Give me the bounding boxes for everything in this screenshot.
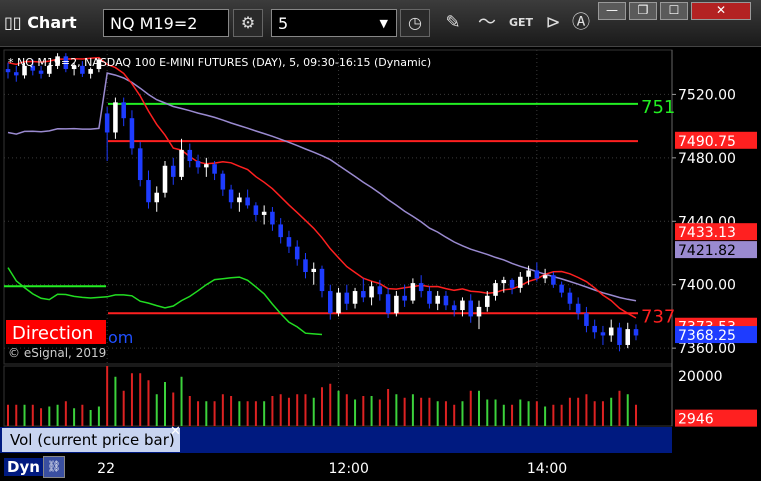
dynamic-toggle[interactable]: Dyn <box>4 458 43 476</box>
candle-body <box>38 70 44 74</box>
chart-grid <box>3 49 673 427</box>
candle-body <box>237 197 242 203</box>
candle-body <box>509 279 515 288</box>
candle-body <box>278 224 283 238</box>
price-marker-label: 7368.25 <box>678 328 736 344</box>
volume-tick-label: 20000 <box>678 369 723 385</box>
candle-body <box>501 279 507 284</box>
candle-body <box>534 270 540 279</box>
volume-series-label[interactable]: Vol (current price bar) <box>2 428 180 452</box>
candle-body <box>385 294 391 314</box>
volume-marker-label: 2946 <box>678 412 714 428</box>
candle-body <box>228 189 234 203</box>
time-tick-label: 22 <box>97 461 115 477</box>
candle-body <box>137 148 143 181</box>
candle-body <box>361 291 366 298</box>
candle-body <box>352 291 358 304</box>
candle-body <box>567 292 573 304</box>
price-marker-label: 7421.82 <box>678 243 736 259</box>
candle-body <box>204 164 209 168</box>
price-marker-label: 7433.13 <box>678 225 736 241</box>
volume-bars <box>7 366 637 426</box>
candle-body <box>154 192 160 203</box>
candle-body <box>617 327 622 345</box>
candle-body <box>170 165 176 177</box>
candle-body <box>542 275 548 279</box>
candle-body <box>427 291 432 304</box>
chart-header: * NQ M19=2, NASDAQ 100 E-MINI FUTURES (D… <box>8 56 431 69</box>
price-tick-label: 7400.00 <box>678 278 736 294</box>
time-tick-label: 12:00 <box>329 461 369 477</box>
link-icon[interactable]: ⛓ <box>43 456 65 478</box>
candle-body <box>113 102 118 133</box>
candle-body <box>5 69 11 73</box>
candle-body <box>418 283 424 292</box>
direction-label: Direction <box>12 323 93 344</box>
candle-body <box>460 300 465 311</box>
level-label: 751 <box>641 97 675 118</box>
candle-body <box>303 259 308 273</box>
candle-body <box>245 197 250 206</box>
candle-body <box>104 113 110 133</box>
candle-body <box>625 329 631 345</box>
candle-body <box>410 283 416 301</box>
candle-body <box>377 286 383 295</box>
candle-body <box>220 173 226 190</box>
candle-body <box>592 325 597 333</box>
candle-body <box>402 295 407 301</box>
candle-body <box>394 295 399 314</box>
candle-body <box>253 205 259 215</box>
candle-body <box>88 69 93 74</box>
candle-body <box>435 295 440 304</box>
time-tick-label: 14:00 <box>527 461 567 477</box>
copyright-text: © eSignal, 2019 <box>8 346 106 360</box>
candle-body <box>476 306 482 317</box>
candle-body <box>493 283 498 296</box>
level-label: 737 <box>641 306 675 327</box>
candle-body <box>443 295 449 306</box>
candle-body <box>600 332 606 336</box>
candle-body <box>311 268 317 273</box>
candle-body <box>451 305 457 311</box>
candle-body <box>608 327 614 336</box>
candle-body <box>294 246 300 260</box>
candle-body <box>369 286 374 298</box>
candle-body <box>526 270 531 277</box>
candle-body <box>518 276 523 288</box>
candle-body <box>344 292 350 304</box>
candle-body <box>146 180 151 203</box>
close-icon[interactable]: ✕ <box>170 424 181 439</box>
candle-body <box>121 102 126 119</box>
candle-body <box>484 295 490 307</box>
candle-body <box>286 237 292 247</box>
partial-text: om <box>108 328 133 347</box>
candle-body <box>551 275 556 285</box>
candle-body <box>270 211 275 225</box>
candle-body <box>13 72 19 76</box>
price-tick-label: 7520.00 <box>678 87 736 103</box>
time-axis: 22 12:00 14:00 <box>97 461 567 477</box>
candle-body <box>261 211 267 215</box>
volume-legend-bar: Vol (current price bar) ✕ <box>0 424 672 453</box>
price-axis: 7520.007480.007440.007400.007360.0020000… <box>672 87 757 428</box>
candle-body <box>584 313 589 326</box>
candle-body <box>162 165 168 193</box>
price-tick-label: 7480.00 <box>678 151 736 167</box>
candle-body <box>336 292 341 314</box>
candle-body <box>559 284 564 293</box>
candle-body <box>319 268 325 292</box>
candle-body <box>129 118 135 149</box>
price-chart[interactable]: 751737 7520.007480.007440.007400.007360.… <box>0 0 761 481</box>
candlesticks <box>5 53 639 352</box>
candle-body <box>633 329 639 336</box>
candle-body <box>179 149 184 177</box>
candle-body <box>187 149 193 162</box>
candle-body <box>212 164 217 174</box>
candle-body <box>575 303 581 314</box>
candle-body <box>468 300 474 317</box>
price-marker-label: 7490.75 <box>678 134 736 150</box>
candle-body <box>327 291 333 314</box>
candle-body <box>195 161 201 168</box>
